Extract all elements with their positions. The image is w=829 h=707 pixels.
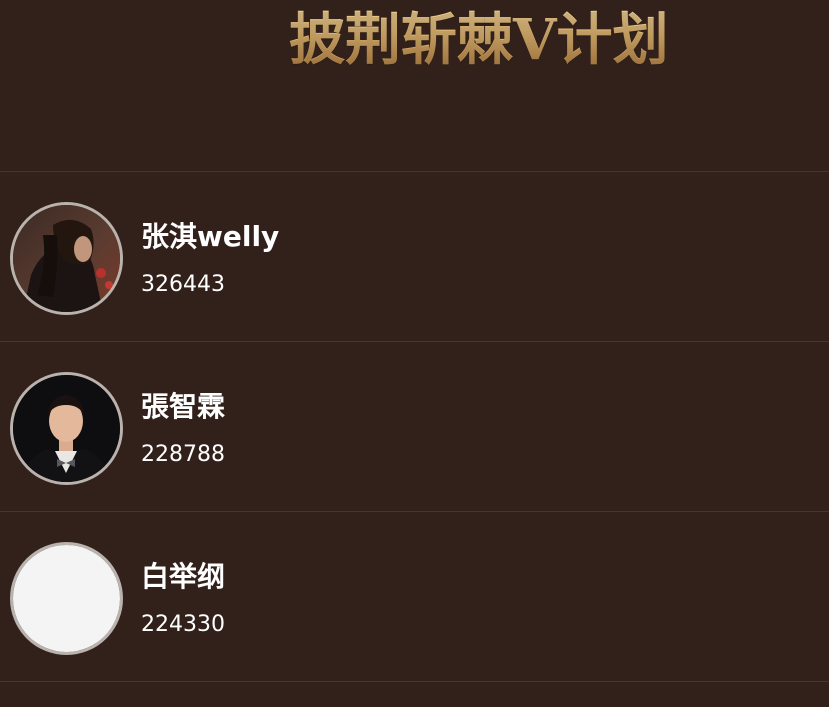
avatar-photo-icon (13, 205, 120, 312)
ranking-page: 披荆斩棘V计划 张淇welly 326443 張智霖 228788 白举纲 22… (0, 0, 829, 707)
avatar[interactable] (10, 542, 123, 655)
vote-count: 326443 (141, 272, 225, 297)
ranking-list: 张淇welly 326443 張智霖 228788 白举纲 224330 (0, 171, 829, 682)
page-title: 披荆斩棘V计划 (289, 4, 668, 76)
avatar[interactable] (10, 202, 123, 315)
contestant-name: 張智霖 (141, 390, 226, 423)
avatar[interactable] (10, 372, 123, 485)
avatar-photo-icon (13, 375, 120, 482)
avatar-placeholder-icon (13, 545, 120, 652)
list-item[interactable]: 白举纲 224330 (0, 512, 829, 681)
list-item[interactable]: 张淇welly 326443 (0, 172, 829, 341)
contestant-name: 白举纲 (141, 560, 226, 593)
vote-count: 224330 (141, 612, 225, 637)
vote-count: 228788 (141, 442, 225, 467)
divider (0, 681, 829, 682)
list-item[interactable]: 張智霖 228788 (0, 342, 829, 511)
contestant-name: 张淇welly (141, 220, 280, 253)
